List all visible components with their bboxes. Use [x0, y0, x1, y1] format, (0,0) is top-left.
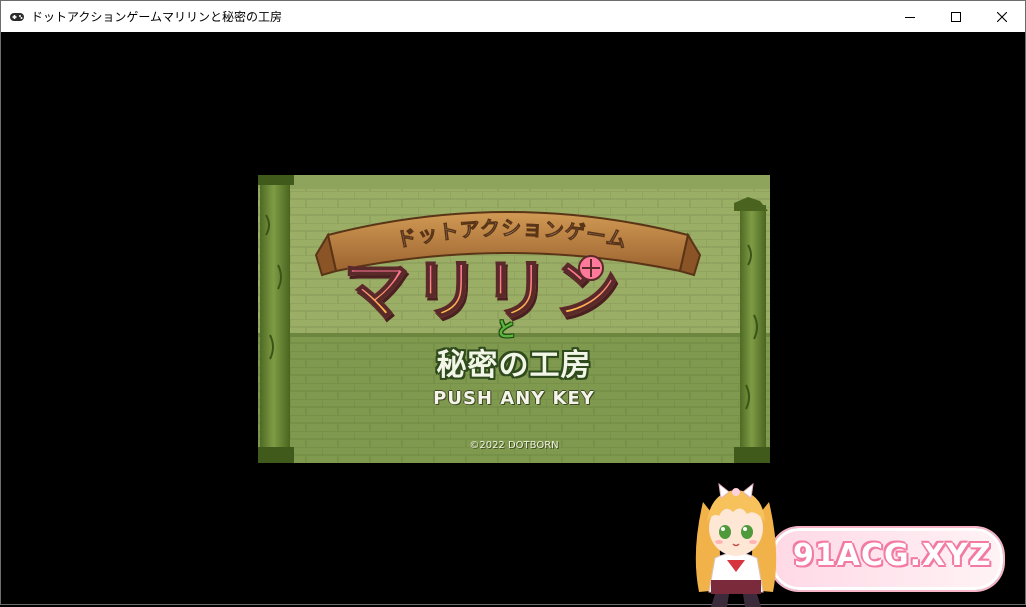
window-title: ドットアクションゲームマリリンと秘密の工房	[31, 10, 283, 24]
title-bar[interactable]: ドットアクションゲームマリリンと秘密の工房	[1, 1, 1025, 32]
minimize-button[interactable]	[887, 1, 933, 32]
watermark: 91ACG.XYZ	[681, 462, 1003, 607]
push-any-key-prompt[interactable]: PUSH ANY KEY	[258, 388, 770, 409]
close-icon	[996, 7, 1008, 26]
window-controls	[887, 1, 1025, 32]
close-button[interactable]	[979, 1, 1025, 32]
minimize-icon	[905, 7, 915, 26]
wall-top-band	[258, 175, 770, 189]
game-window: ドットアクションゲームマリリンと秘密の工房 ットアクションゲー マリリン と 秘…	[0, 0, 1026, 607]
watermark-mascot-icon	[695, 482, 777, 607]
left-pillar	[258, 175, 294, 463]
client-area[interactable]: ドットアクションゲーム マリリン と 秘密の工房 PUSH ANY KEY ©2…	[1, 32, 1025, 607]
maximize-icon	[951, 7, 961, 26]
copyright-text: ©2022 DOTBORN	[469, 440, 559, 451]
title-ornament-icon	[578, 255, 604, 281]
title-screen[interactable]: ドットアクションゲーム マリリン と 秘密の工房 PUSH ANY KEY ©2…	[258, 175, 770, 463]
gamepad-icon	[9, 9, 25, 25]
watermark-text: 91ACG.XYZ	[793, 538, 992, 573]
maximize-button[interactable]	[933, 1, 979, 32]
main-title: マリリン	[342, 237, 623, 333]
subtitle: 秘密の工房	[436, 348, 592, 383]
title-connector: と	[496, 317, 516, 341]
